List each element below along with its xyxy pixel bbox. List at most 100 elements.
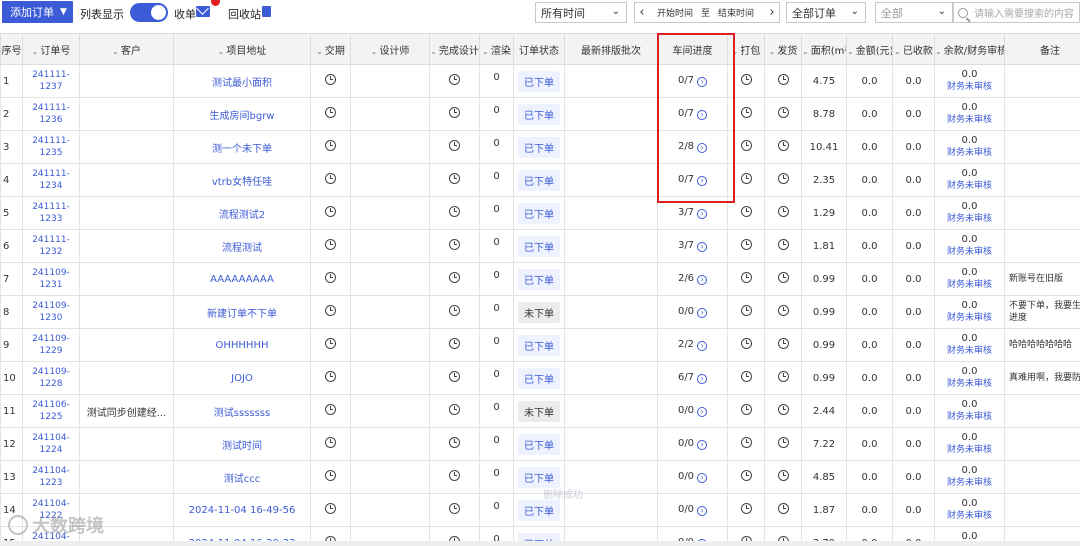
- ship-cell[interactable]: [764, 460, 802, 494]
- clock-icon[interactable]: [740, 173, 752, 184]
- clock-icon[interactable]: [325, 503, 336, 514]
- ship-cell[interactable]: [764, 493, 802, 527]
- order-number-link[interactable]: 241104-1223: [22, 460, 80, 494]
- scope-filter-select[interactable]: 全部 ⌄: [875, 2, 953, 23]
- order-number-link[interactable]: 241104-1224: [22, 427, 80, 461]
- design-done-cell[interactable]: [429, 64, 480, 98]
- pack-cell[interactable]: [727, 361, 765, 395]
- order-number-link[interactable]: 241111-1235: [22, 130, 80, 164]
- design-done-cell[interactable]: [429, 427, 480, 461]
- arrow-right-circle-icon[interactable]: ›: [697, 374, 708, 384]
- clock-icon[interactable]: [777, 437, 789, 448]
- arrow-right-circle-icon[interactable]: ›: [697, 407, 708, 417]
- finance-review-link[interactable]: 财务未审核: [936, 444, 1004, 456]
- arrow-right-circle-icon[interactable]: ›: [697, 275, 708, 285]
- finance-review-link[interactable]: 财务未审核: [936, 81, 1004, 93]
- table-row[interactable]: 12 241104-1224 测试时间 0 已下单 0/0 › 7.22 0.0 0.0 0.0 财务…: [0, 427, 1080, 461]
- delivery-cell[interactable]: [310, 361, 351, 395]
- status-badge[interactable]: 已下单: [518, 367, 560, 389]
- progress-cell[interactable]: 6/7 ›: [657, 361, 728, 395]
- clock-icon[interactable]: [777, 173, 789, 184]
- clock-icon[interactable]: [777, 404, 789, 415]
- clock-icon[interactable]: [777, 140, 789, 151]
- clock-icon[interactable]: [777, 239, 789, 250]
- status-badge[interactable]: 已下单: [518, 202, 560, 224]
- project-link[interactable]: 测试时间: [173, 427, 311, 461]
- table-row[interactable]: 4 241111-1234 vtrb女特任哇 0 已下单 0/7 › 2.35 0.0 0.0 0.…: [0, 163, 1080, 197]
- status-badge[interactable]: 未下单: [518, 301, 560, 323]
- progress-cell[interactable]: 0/0›: [657, 394, 728, 428]
- project-link[interactable]: 测试最小面积: [173, 64, 311, 98]
- clock-icon[interactable]: [449, 404, 460, 415]
- clock-icon[interactable]: [325, 371, 336, 382]
- start-time-field[interactable]: 开始时间: [657, 6, 693, 19]
- clock-icon[interactable]: [449, 140, 460, 151]
- date-range-picker[interactable]: ‹ 开始时间 至 结束时间 ›: [634, 2, 780, 23]
- delivery-cell[interactable]: [310, 130, 351, 164]
- arrow-right-circle-icon[interactable]: ›: [697, 473, 708, 483]
- finance-review-link[interactable]: 财务未审核: [936, 147, 1004, 159]
- arrow-right-circle-icon[interactable]: ›: [697, 506, 708, 516]
- order-number-link[interactable]: 241109-1229: [22, 328, 80, 362]
- clock-icon[interactable]: [449, 74, 460, 85]
- design-done-cell[interactable]: [429, 328, 480, 362]
- clock-icon[interactable]: [740, 140, 752, 151]
- time-filter-select[interactable]: 所有时间 ⌄: [535, 2, 627, 23]
- status-badge[interactable]: 已下单: [518, 70, 560, 92]
- order-number-link[interactable]: 241111-1236: [22, 97, 80, 131]
- delivery-cell[interactable]: [310, 295, 351, 329]
- next-arrow-icon[interactable]: ›: [765, 5, 779, 20]
- status-badge[interactable]: 已下单: [518, 268, 560, 290]
- table-row[interactable]: 5 241111-1233 流程测试2 0 已下单 3/7 › 1.29 0.0 0.0 0.0 财务…: [0, 196, 1080, 230]
- col-delivery[interactable]: ⌄ 交期: [310, 33, 351, 65]
- design-done-cell[interactable]: [429, 493, 480, 527]
- col-customer[interactable]: ⌄ 客户: [79, 33, 174, 65]
- clock-icon[interactable]: [325, 173, 336, 184]
- pack-cell[interactable]: [727, 394, 765, 428]
- clock-icon[interactable]: [325, 404, 336, 415]
- ship-cell[interactable]: [764, 328, 802, 362]
- clock-icon[interactable]: [325, 272, 336, 283]
- project-link[interactable]: 生成房间bgrw: [173, 97, 311, 131]
- pack-cell[interactable]: [727, 427, 765, 461]
- delivery-cell[interactable]: [310, 64, 351, 98]
- project-link[interactable]: 新建订单不下单: [173, 295, 311, 329]
- clock-icon[interactable]: [740, 206, 752, 217]
- finance-review-link[interactable]: 财务未审核: [936, 246, 1004, 258]
- col-designer[interactable]: ⌄ 设计师: [350, 33, 430, 65]
- pack-cell[interactable]: [727, 262, 765, 296]
- col-received[interactable]: ⌄ 已收款: [892, 33, 935, 65]
- clock-icon[interactable]: [777, 470, 789, 481]
- project-link[interactable]: 测试ccc: [173, 460, 311, 494]
- clock-icon[interactable]: [740, 338, 752, 349]
- design-done-cell[interactable]: [429, 361, 480, 395]
- clock-icon[interactable]: [325, 206, 336, 217]
- delivery-cell[interactable]: [310, 163, 351, 197]
- ship-cell[interactable]: [764, 97, 802, 131]
- finance-review-link[interactable]: 财务未审核: [936, 279, 1004, 291]
- clock-icon[interactable]: [740, 371, 752, 382]
- clock-icon[interactable]: [449, 305, 460, 316]
- ship-cell[interactable]: [764, 130, 802, 164]
- clock-icon[interactable]: [449, 503, 460, 514]
- clock-icon[interactable]: [740, 404, 752, 415]
- ship-cell[interactable]: [764, 295, 802, 329]
- status-badge[interactable]: 已下单: [518, 334, 560, 356]
- clock-icon[interactable]: [449, 239, 460, 250]
- status-badge[interactable]: 已下单: [518, 499, 560, 521]
- clock-icon[interactable]: [740, 305, 752, 316]
- end-time-field[interactable]: 结束时间: [718, 6, 754, 19]
- order-number-link[interactable]: 241109-1231: [22, 262, 80, 296]
- table-row[interactable]: 14 241104-1222 2024-11-04 16-49-56 0 已下单 0/0 ›…: [0, 493, 1080, 527]
- delivery-cell[interactable]: [310, 493, 351, 527]
- ship-cell[interactable]: [764, 163, 802, 197]
- finance-review-link[interactable]: 财务未审核: [936, 180, 1004, 192]
- finance-review-link[interactable]: 财务未审核: [936, 411, 1004, 423]
- clock-icon[interactable]: [777, 107, 789, 118]
- clock-icon[interactable]: [740, 503, 752, 514]
- clock-icon[interactable]: [740, 272, 752, 283]
- col-balance[interactable]: ⌄ 余款/财务审核: [934, 33, 1005, 65]
- pack-cell[interactable]: [727, 493, 765, 527]
- ship-cell[interactable]: [764, 361, 802, 395]
- finance-review-link[interactable]: 财务未审核: [936, 510, 1004, 522]
